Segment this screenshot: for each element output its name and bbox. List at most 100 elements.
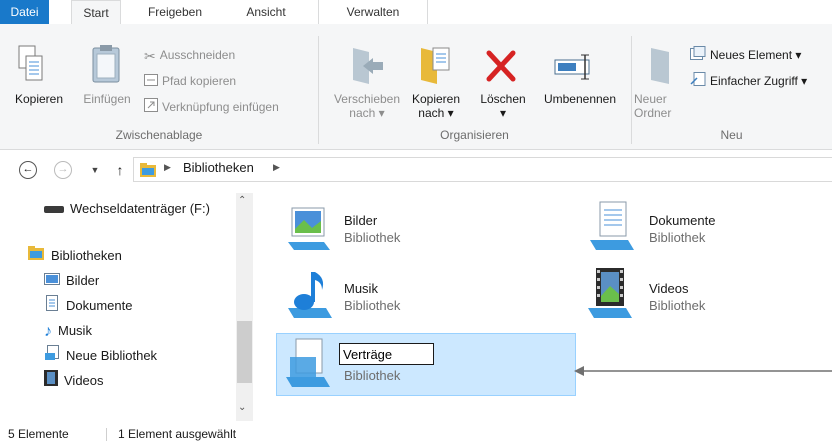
move-to-button[interactable]: Verschieben nach ▾: [326, 92, 408, 120]
nav-item-label: Bilder: [66, 273, 100, 288]
music-icon: ♪: [44, 322, 52, 340]
copy-path-button[interactable]: Pfad kopieren: [144, 72, 236, 90]
new-folder-icon: [651, 48, 669, 84]
tab-ansicht[interactable]: Ansicht: [226, 0, 306, 24]
nav-item-libraries[interactable]: Bibliotheken: [27, 245, 122, 267]
library-type: Bibliothek: [344, 298, 401, 313]
selection-count: 1 Element ausgewählt: [118, 427, 237, 441]
scrollbar-thumb[interactable]: [237, 321, 252, 383]
cut-label: Ausschneiden: [159, 48, 236, 62]
library-type: Bibliothek: [649, 298, 706, 313]
copy-to-icon: [421, 47, 450, 84]
nav-item-dokumente[interactable]: Dokumente: [44, 295, 132, 317]
library-icon: [44, 345, 60, 368]
scroll-up-icon[interactable]: ⌃: [238, 195, 246, 206]
item-count: 5 Elemente: [8, 427, 69, 441]
rename-input[interactable]: [339, 343, 434, 365]
copy-path-label: Pfad kopieren: [162, 74, 237, 88]
nav-scrollbar[interactable]: [236, 193, 253, 421]
pictures-icon: [44, 271, 60, 293]
forward-arrow-icon: →: [57, 163, 69, 175]
nav-item-bilder[interactable]: Bilder: [44, 270, 99, 292]
forward-button[interactable]: →: [54, 161, 72, 179]
nav-item-label: Musik: [58, 323, 92, 338]
nav-item-label: Dokumente: [66, 298, 133, 313]
new-item-icon: [690, 46, 706, 65]
music-library-icon[interactable]: [286, 268, 336, 322]
shortcut-icon: [144, 98, 158, 117]
new-item-label: Neues Element: [710, 48, 793, 62]
copy-to-button[interactable]: Kopieren nach ▾: [408, 92, 464, 120]
easy-access-button[interactable]: Einfacher Zugriff ▾: [690, 72, 807, 90]
library-name[interactable]: Videos: [649, 281, 689, 296]
new-folder-label-2: Ordner: [634, 106, 672, 120]
breadcrumb-chevron-icon[interactable]: ▶: [273, 162, 280, 173]
up-button[interactable]: ↑: [111, 161, 129, 179]
pictures-library-icon[interactable]: [284, 204, 334, 252]
cut-button[interactable]: ✂ Ausschneiden: [144, 46, 235, 64]
easy-access-icon: [690, 72, 706, 91]
delete-button[interactable]: Löschen ▾: [477, 92, 529, 120]
delete-icon: [486, 50, 516, 82]
new-folder-button[interactable]: Neuer Ordner: [634, 92, 678, 120]
tab-freigeben[interactable]: Freigeben: [130, 0, 220, 24]
back-button[interactable]: ←: [19, 161, 37, 179]
up-arrow-icon: ↑: [116, 162, 124, 178]
group-label-clipboard: Zwischenablage: [115, 128, 203, 142]
breadcrumb-libraries[interactable]: Bibliotheken: [183, 160, 254, 175]
library-type: Bibliothek: [344, 368, 401, 383]
group-label-new: Neu: [720, 128, 743, 142]
paste-shortcut-label: Verknüpfung einfügen: [162, 100, 279, 114]
drive-icon: [44, 199, 64, 221]
status-divider: [106, 428, 107, 441]
easy-access-label: Einfacher Zugriff: [710, 74, 798, 88]
videos-icon: [44, 370, 58, 393]
copy-to-label: Kopieren: [411, 92, 461, 106]
nav-libraries-label: Bibliotheken: [51, 248, 122, 263]
paste-shortcut-button[interactable]: Verknüpfung einfügen: [144, 98, 279, 116]
delete-label: Löschen: [480, 92, 526, 106]
scroll-down-icon[interactable]: ⌄: [238, 402, 246, 413]
paste-icon: [92, 45, 120, 83]
tab-datei[interactable]: Datei: [0, 0, 49, 24]
status-bar: 5 Elemente 1 Element ausgewählt: [0, 423, 832, 446]
scissors-icon: ✂: [144, 47, 156, 64]
videos-library-icon[interactable]: [586, 266, 638, 322]
library-name[interactable]: Bilder: [344, 213, 377, 228]
nav-item-label: Videos: [64, 373, 104, 388]
rename-button[interactable]: Umbenennen: [535, 92, 625, 106]
paste-button[interactable]: Einfügen: [77, 92, 137, 106]
breadcrumb-separator-icon: ▶: [164, 162, 171, 172]
new-folder-label: Neuer: [634, 92, 667, 106]
move-to-label: Verschieben: [333, 92, 401, 106]
library-name[interactable]: Dokumente: [649, 213, 715, 228]
libraries-icon: [140, 163, 156, 177]
chevron-down-icon: ▼: [90, 165, 100, 175]
documents-icon: [44, 295, 60, 318]
new-item-button[interactable]: Neues Element ▾: [690, 46, 801, 64]
rename-icon: [554, 54, 590, 80]
recent-locations-button[interactable]: ▼: [86, 161, 104, 179]
move-to-icon: [353, 48, 383, 84]
copy-path-icon: [144, 73, 158, 91]
ribbon-tab-bar: Datei Start Freigeben Ansicht Verwalten: [0, 0, 832, 25]
tab-start[interactable]: Start: [71, 0, 121, 25]
nav-item-drive[interactable]: Wechseldatenträger (F:): [44, 198, 210, 220]
nav-item-musik[interactable]: ♪ Musik: [44, 320, 92, 342]
move-to-label-2: nach: [349, 106, 376, 120]
nav-drive-label: Wechseldatenträger (F:): [70, 201, 210, 216]
nav-item-videos[interactable]: Videos: [44, 370, 104, 392]
documents-library-icon[interactable]: [588, 200, 638, 252]
tab-verwalten[interactable]: Verwalten: [318, 0, 428, 24]
copy-to-label-2: nach: [418, 106, 445, 120]
back-arrow-icon: ←: [22, 163, 34, 175]
new-library-icon[interactable]: [284, 337, 334, 391]
copy-icon: [18, 45, 43, 81]
nav-item-neue-bibliothek[interactable]: Neue Bibliothek: [44, 345, 157, 367]
copy-button[interactable]: Kopieren: [3, 92, 75, 106]
library-name[interactable]: Musik: [344, 281, 378, 296]
annotation-arrow: [574, 366, 832, 376]
library-type: Bibliothek: [649, 230, 706, 245]
nav-item-label: Neue Bibliothek: [66, 348, 158, 363]
library-type: Bibliothek: [344, 230, 401, 245]
